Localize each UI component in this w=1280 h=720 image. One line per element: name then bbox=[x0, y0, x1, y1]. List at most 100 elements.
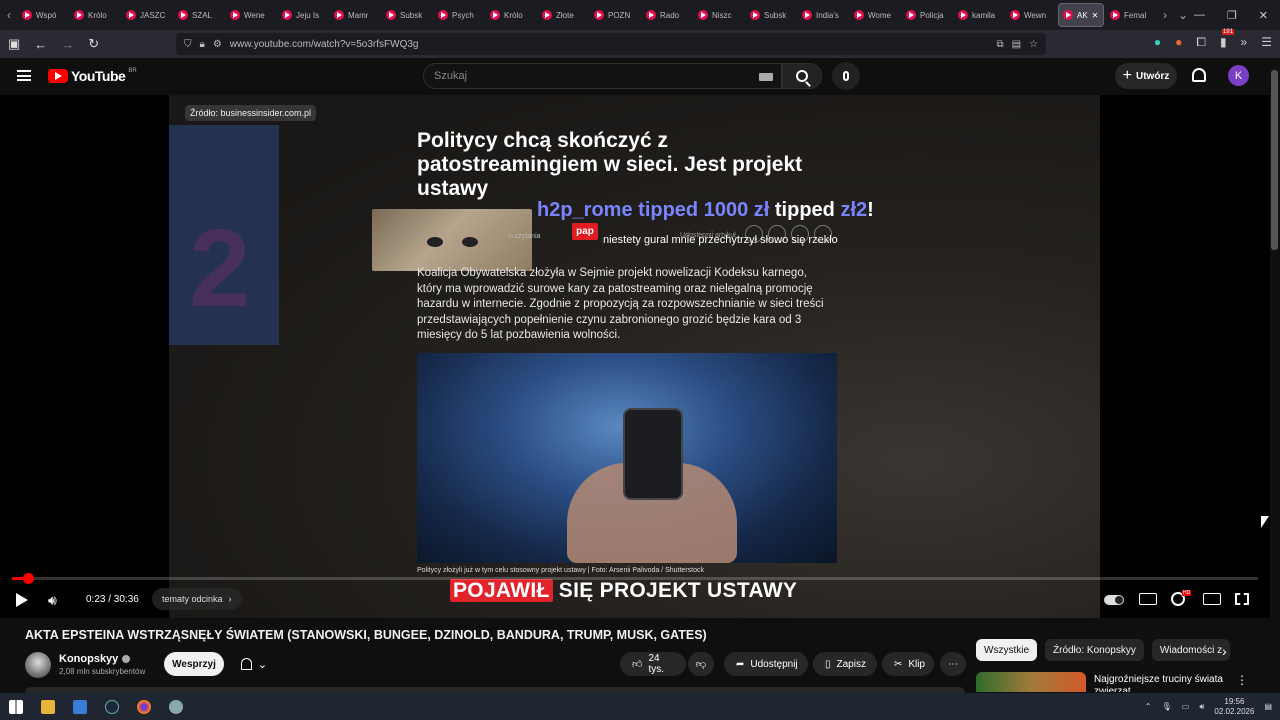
subtitles-icon[interactable] bbox=[1139, 593, 1157, 605]
browser-tab[interactable]: India's bbox=[798, 3, 848, 27]
chips-next-icon[interactable]: › bbox=[1222, 643, 1227, 659]
picture-in-picture-icon[interactable]: ⧉ bbox=[996, 39, 1003, 50]
browser-tab[interactable]: Subsk bbox=[746, 3, 796, 27]
create-button[interactable]: + Utwórz bbox=[1115, 63, 1177, 89]
filter-chip[interactable]: Wiadomości z bbox=[1151, 639, 1231, 661]
network-icon[interactable]: ▭ bbox=[1182, 702, 1190, 711]
tray-chevron-icon[interactable]: ⌃ bbox=[1145, 702, 1152, 711]
tab-close-icon[interactable]: ✕ bbox=[1092, 11, 1099, 20]
account-avatar[interactable]: K bbox=[1228, 65, 1249, 86]
browser-tab[interactable]: Wome bbox=[850, 3, 900, 27]
more-actions-button[interactable]: ⋯ bbox=[940, 652, 966, 676]
recommended-title[interactable]: Najgroźniejsze truciny świata zwierzat bbox=[1094, 674, 1224, 692]
browser-tab[interactable]: Niszc bbox=[694, 3, 744, 27]
app-menu-icon[interactable]: ☰ bbox=[1261, 35, 1272, 50]
play-button[interactable] bbox=[16, 593, 28, 607]
chapter-button[interactable]: tematy odcinka › bbox=[152, 588, 242, 610]
support-button[interactable]: Wesprzyj bbox=[164, 652, 224, 676]
browser-tab[interactable]: Psych bbox=[434, 3, 484, 27]
browser-tab[interactable]: Złote bbox=[538, 3, 588, 27]
restore-button[interactable]: ❐ bbox=[1227, 9, 1237, 22]
extension-shield-icon[interactable]: ● bbox=[1154, 35, 1161, 50]
filter-chip[interactable]: Źródło: Konopskyy bbox=[1045, 639, 1144, 661]
recommended-thumbnail[interactable] bbox=[976, 672, 1086, 692]
channel-avatar[interactable] bbox=[25, 652, 51, 678]
dislike-button[interactable]: 👎︎ bbox=[688, 652, 714, 676]
share-button[interactable]: ➦ Udostępnij bbox=[724, 652, 808, 676]
video-frame[interactable]: 2 Źródło: businessinsider.com.pl Polityc… bbox=[169, 95, 1100, 618]
browser-tab[interactable]: Policja bbox=[902, 3, 952, 27]
save-button[interactable]: ▯ Zapisz bbox=[813, 652, 877, 676]
notification-dropdown[interactable]: ⌄ bbox=[230, 652, 278, 676]
notifications-bell-icon[interactable] bbox=[1192, 68, 1206, 82]
more-horizontal-icon: ⋯ bbox=[948, 658, 958, 670]
tab-list-dropdown[interactable]: ⌄ bbox=[1174, 8, 1192, 22]
search-input[interactable]: Szukaj bbox=[423, 63, 782, 89]
browser-tab[interactable]: Królo bbox=[486, 3, 536, 27]
bookmark-star-icon[interactable]: ☆ bbox=[1029, 39, 1038, 50]
taskbar-explorer[interactable] bbox=[32, 693, 64, 720]
permissions-icon[interactable]: ⚙︎ bbox=[213, 39, 222, 50]
taskbar-app-6[interactable] bbox=[160, 693, 192, 720]
browser-tab[interactable]: SZAL bbox=[174, 3, 224, 27]
progress-scrubber[interactable] bbox=[22, 573, 34, 584]
theater-mode-icon[interactable] bbox=[1203, 593, 1221, 605]
browser-tab[interactable]: POZN bbox=[590, 3, 640, 27]
extension-fox-icon[interactable]: ● bbox=[1175, 35, 1182, 50]
address-bar[interactable]: ⛉ 🔒︎ ⚙︎ www.youtube.com/watch?v=5o3rfsFW… bbox=[176, 33, 1046, 55]
tip-username: h2p_rome bbox=[537, 199, 633, 221]
progress-bar[interactable] bbox=[12, 573, 1258, 584]
reload-button[interactable]: ↻ bbox=[88, 36, 99, 52]
shield-icon[interactable]: ⛉ bbox=[184, 39, 192, 50]
browser-tab[interactable]: Subsk bbox=[382, 3, 432, 27]
overflow-chevron-icon[interactable]: » bbox=[1241, 35, 1248, 50]
clip-button[interactable]: ✂ Klip bbox=[882, 652, 934, 676]
taskbar-app-2[interactable] bbox=[64, 693, 96, 720]
clock[interactable]: 19:56 02.02.2026 bbox=[1214, 697, 1254, 717]
close-window-button[interactable]: ✕ bbox=[1259, 9, 1268, 22]
reader-view-icon[interactable]: ▤ bbox=[1012, 39, 1021, 50]
forward-button[interactable]: → bbox=[61, 37, 74, 52]
extensions-puzzle-icon[interactable]: ⧠ bbox=[1196, 35, 1206, 50]
sidebar-toggle-icon[interactable]: ▣ bbox=[8, 36, 20, 52]
volume-icon[interactable]: 🔊︎ bbox=[48, 592, 57, 609]
youtube-logo[interactable]: YouTube BR bbox=[48, 68, 137, 84]
start-button[interactable] bbox=[0, 693, 32, 720]
browser-tab[interactable]: kamila bbox=[954, 3, 1004, 27]
browser-tab[interactable]: AK ✕ bbox=[1058, 3, 1104, 27]
browser-tab[interactable]: Rado bbox=[642, 3, 692, 27]
browser-tab[interactable]: Wspó bbox=[18, 3, 68, 27]
tip-verb-2: tipped bbox=[774, 199, 835, 221]
notification-center-icon[interactable]: ▤ bbox=[1264, 702, 1272, 711]
browser-tab[interactable]: Królo bbox=[70, 3, 120, 27]
channel-name[interactable]: Konopskyy bbox=[59, 653, 118, 665]
microphone-tray-icon[interactable]: 🎙︎ bbox=[1162, 702, 1172, 711]
taskbar-firefox[interactable] bbox=[128, 693, 160, 720]
speaker-tray-icon[interactable]: 🔊︎ bbox=[1199, 702, 1204, 712]
browser-tab[interactable]: Jeju Is bbox=[278, 3, 328, 27]
browser-tab[interactable]: Femal bbox=[1106, 3, 1156, 27]
browser-tab[interactable]: Wewn bbox=[1006, 3, 1056, 27]
browser-tab[interactable]: Mamr bbox=[330, 3, 380, 27]
search-button[interactable] bbox=[782, 63, 822, 89]
tab-scroll-right[interactable]: › bbox=[1156, 8, 1174, 22]
keyboard-icon[interactable] bbox=[759, 73, 773, 81]
tab-scroll-left[interactable]: ‹ bbox=[0, 8, 18, 22]
browser-tab[interactable]: JASZC bbox=[122, 3, 172, 27]
autoplay-toggle[interactable] bbox=[1104, 595, 1124, 605]
minimize-button[interactable]: — bbox=[1194, 9, 1205, 22]
voice-search-button[interactable] bbox=[832, 62, 860, 90]
fullscreen-icon[interactable] bbox=[1235, 593, 1249, 605]
recommended-more-icon[interactable]: ⋮ bbox=[1236, 673, 1248, 687]
url-text[interactable]: www.youtube.com/watch?v=5o3rfsFWQ3g bbox=[230, 39, 989, 50]
browser-tab[interactable]: Wene bbox=[226, 3, 276, 27]
scrollbar-thumb[interactable] bbox=[1271, 70, 1278, 250]
taskbar-steam[interactable] bbox=[96, 693, 128, 720]
youtube-favicon-icon bbox=[438, 10, 448, 20]
filter-chip[interactable]: Wszystkie bbox=[976, 639, 1037, 661]
channel-name-row[interactable]: Konopskyy bbox=[59, 653, 131, 665]
like-button[interactable]: 👍︎ 24 tys. bbox=[620, 652, 686, 676]
menu-hamburger-icon[interactable] bbox=[17, 70, 31, 81]
back-button[interactable]: ← bbox=[34, 37, 47, 52]
extension-badge-icon[interactable]: ▮ 191 bbox=[1220, 29, 1234, 50]
